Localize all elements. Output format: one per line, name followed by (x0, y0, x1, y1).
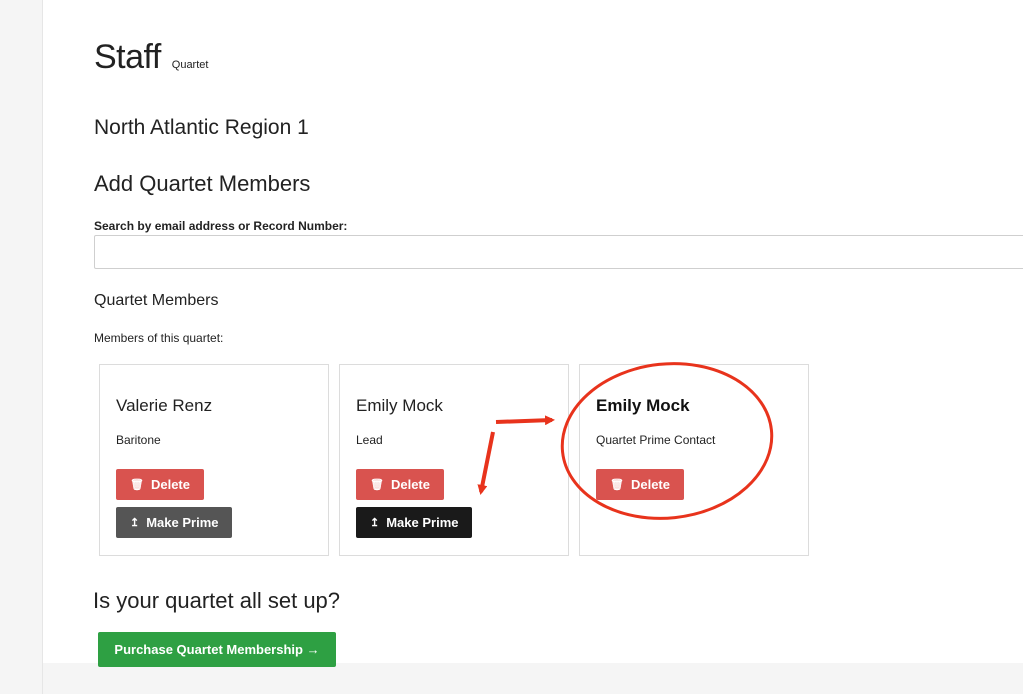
member-name: Valerie Renz (116, 396, 213, 415)
trash-icon: 🗑 (130, 479, 144, 491)
delete-button[interactable]: 🗑 Delete (116, 469, 204, 500)
delete-button-label: Delete (390, 477, 430, 492)
member-name: Emily Mock (596, 396, 690, 415)
make-prime-button-label: Make Prime (386, 515, 459, 530)
region-heading: North Atlantic Region 1 (94, 116, 309, 139)
add-members-heading: Add Quartet Members (94, 171, 311, 196)
delete-button-label: Delete (630, 477, 670, 492)
search-input[interactable] (94, 235, 1023, 269)
left-gutter (0, 0, 43, 694)
page-title: Staff Quartet (94, 38, 208, 77)
bottom-band (43, 663, 1023, 694)
trash-icon: 🗑 (370, 479, 384, 491)
members-heading: Quartet Members (94, 292, 219, 309)
make-prime-button-label: Make Prime (146, 515, 219, 530)
delete-button-label: Delete (150, 477, 190, 492)
trash-icon: 🗑 (610, 479, 624, 491)
make-prime-button[interactable]: ↥ Make Prime (356, 507, 473, 538)
member-card: Emily Mock Lead 🗑 Delete ↥ Make Prime (339, 364, 569, 556)
delete-button[interactable]: 🗑 Delete (596, 469, 684, 500)
level-up-icon: ↥ (130, 517, 140, 529)
page-title-subtitle: Quartet (171, 59, 209, 71)
search-label: Search by email address or Record Number… (94, 219, 348, 233)
member-role: Quartet Prime Contact (596, 433, 716, 447)
delete-button[interactable]: 🗑 Delete (356, 469, 444, 500)
member-card: Valerie Renz Baritone 🗑 Delete ↥ Make Pr… (99, 364, 329, 556)
member-role: Baritone (116, 433, 161, 447)
setup-question: Is your quartet all set up? (93, 588, 341, 613)
prime-contact-card: Emily Mock Quartet Prime Contact 🗑 Delet… (579, 364, 809, 556)
member-role: Lead (356, 433, 383, 447)
make-prime-button[interactable]: ↥ Make Prime (116, 507, 233, 538)
purchase-membership-button[interactable]: Purchase Quartet Membership → (98, 632, 336, 667)
level-up-icon: ↥ (370, 517, 380, 529)
page-title-text: Staff (94, 38, 161, 76)
member-name: Emily Mock (356, 396, 443, 415)
members-subheading: Members of this quartet: (94, 331, 224, 345)
